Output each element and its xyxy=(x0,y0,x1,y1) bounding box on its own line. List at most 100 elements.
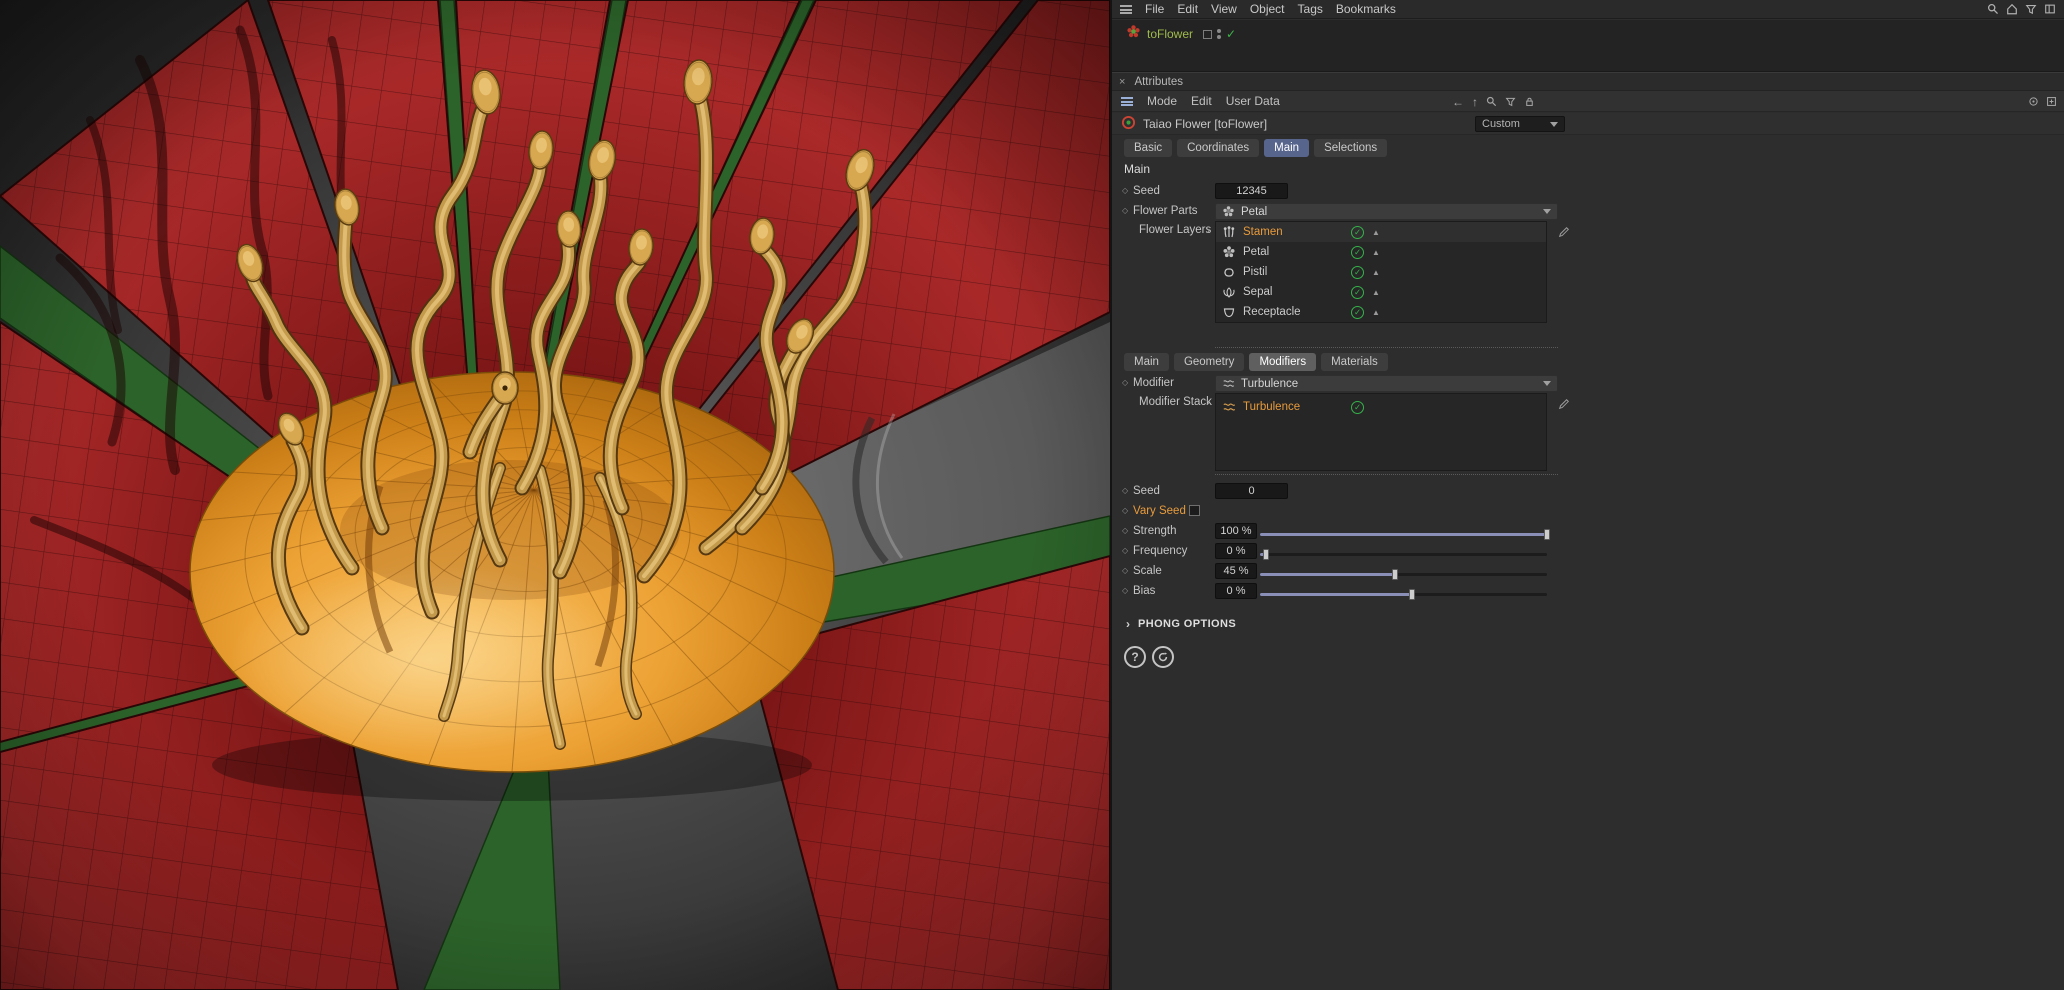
frequency-slider[interactable] xyxy=(1260,549,1547,560)
expand-chevron-icon[interactable]: › xyxy=(1206,395,1210,409)
viewport-3d[interactable] xyxy=(0,0,1110,990)
enable-check-icon[interactable] xyxy=(1351,306,1364,319)
tab-modifiers[interactable]: Modifiers xyxy=(1249,353,1316,371)
back-arrow-icon[interactable]: ← xyxy=(1452,96,1464,108)
home-icon[interactable] xyxy=(2006,3,2018,15)
up-arrow-icon[interactable]: ↑ xyxy=(1472,96,1478,108)
slider-handle[interactable] xyxy=(1409,589,1415,600)
tab-materials[interactable]: Materials xyxy=(1321,353,1388,371)
slider-handle[interactable] xyxy=(1544,529,1550,540)
scale-slider[interactable] xyxy=(1260,569,1547,580)
tab-main[interactable]: Main xyxy=(1264,139,1309,157)
flower-object-icon xyxy=(1126,24,1141,44)
frequency-input[interactable]: 0 % xyxy=(1215,543,1257,559)
phong-restore-button[interactable] xyxy=(1152,646,1174,668)
tab-basic[interactable]: Basic xyxy=(1124,139,1172,157)
modifier-dropdown[interactable]: Turbulence xyxy=(1215,375,1558,392)
layer-name: Stamen xyxy=(1243,226,1351,238)
expand-chevron-icon[interactable]: › xyxy=(1206,223,1210,237)
filter-icon[interactable] xyxy=(2025,3,2037,15)
receptacle-icon xyxy=(1221,305,1237,319)
scale-input[interactable]: 45 % xyxy=(1215,563,1257,579)
filter-icon[interactable] xyxy=(1505,96,1516,107)
scale-row: Scale 45 % xyxy=(1112,563,1575,580)
sepal-icon xyxy=(1221,285,1237,299)
bias-row: Bias 0 % xyxy=(1112,583,1575,600)
menu-edit-attr[interactable]: Edit xyxy=(1191,94,1212,108)
list-item-petal[interactable]: Petal xyxy=(1216,242,1546,262)
enable-check-icon[interactable] xyxy=(1351,246,1364,259)
search-icon[interactable] xyxy=(1987,3,1999,15)
menu-icon[interactable] xyxy=(1120,5,1132,14)
enable-check-icon[interactable] xyxy=(1351,401,1364,414)
pistil-icon xyxy=(1221,265,1237,279)
tab-main-sub[interactable]: Main xyxy=(1124,353,1169,371)
menu-user-data[interactable]: User Data xyxy=(1226,94,1280,108)
list-item-turbulence[interactable]: Turbulence xyxy=(1216,397,1546,417)
strength-input[interactable]: 100 % xyxy=(1215,523,1257,539)
lock-icon[interactable] xyxy=(1524,96,1535,107)
list-item-stamen[interactable]: Stamen xyxy=(1216,222,1546,242)
target-icon[interactable] xyxy=(2028,96,2039,107)
param-diamond-icon xyxy=(1122,526,1128,535)
flower-parts-dropdown[interactable]: Petal xyxy=(1215,203,1558,220)
menu-bookmarks[interactable]: Bookmarks xyxy=(1336,2,1396,16)
solo-triangle-icon[interactable] xyxy=(1372,248,1380,257)
tab-coordinates[interactable]: Coordinates xyxy=(1177,139,1259,157)
solo-triangle-icon[interactable] xyxy=(1372,288,1380,297)
phong-buttons: ? xyxy=(1124,646,1174,668)
strength-slider[interactable] xyxy=(1260,529,1547,540)
tab-selections[interactable]: Selections xyxy=(1314,139,1387,157)
panel-menu-icon[interactable] xyxy=(1121,97,1133,106)
list-item-pistil[interactable]: Pistil xyxy=(1216,262,1546,282)
close-icon[interactable]: × xyxy=(1119,76,1125,88)
new-panel-icon[interactable] xyxy=(2046,96,2057,107)
preset-dropdown[interactable]: Custom xyxy=(1475,116,1565,132)
list-item-sepal[interactable]: Sepal xyxy=(1216,282,1546,302)
tab-geometry[interactable]: Geometry xyxy=(1174,353,1245,371)
enable-check-icon[interactable] xyxy=(1351,266,1364,279)
modifier-seed-row: Seed 0 xyxy=(1112,483,1575,500)
turbulence-icon xyxy=(1222,377,1235,390)
object-row-toflower[interactable]: toFlower xyxy=(1126,25,1236,43)
menu-view[interactable]: View xyxy=(1211,2,1237,16)
param-diamond-icon xyxy=(1122,506,1128,515)
menu-file[interactable]: File xyxy=(1145,2,1164,16)
menu-object[interactable]: Object xyxy=(1250,2,1285,16)
solo-triangle-icon[interactable] xyxy=(1372,308,1380,317)
enabled-check-icon[interactable] xyxy=(1226,25,1236,43)
visibility-dots-icon[interactable] xyxy=(1217,29,1221,39)
phong-options-section[interactable]: › PHONG OPTIONS xyxy=(1126,617,1236,631)
solo-triangle-icon[interactable] xyxy=(1372,268,1380,277)
param-diamond-icon xyxy=(1122,546,1128,555)
modifier-seed-input[interactable]: 0 xyxy=(1215,483,1288,499)
vary-seed-checkbox[interactable] xyxy=(1189,505,1200,516)
layout-icon[interactable] xyxy=(2044,3,2056,15)
param-diamond-icon xyxy=(1122,186,1128,195)
frequency-label: Frequency xyxy=(1133,545,1187,557)
menu-tags[interactable]: Tags xyxy=(1298,2,1323,16)
bias-slider[interactable] xyxy=(1260,589,1547,600)
menu-mode[interactable]: Mode xyxy=(1147,94,1177,108)
rotate-arrow-icon xyxy=(1157,651,1169,663)
edit-pencil-icon[interactable] xyxy=(1558,225,1570,243)
slider-handle[interactable] xyxy=(1392,569,1398,580)
menu-edit[interactable]: Edit xyxy=(1177,2,1198,16)
layer-badge-icon[interactable] xyxy=(1203,30,1212,39)
slider-handle[interactable] xyxy=(1263,549,1269,560)
solo-triangle-icon[interactable] xyxy=(1372,228,1380,237)
phong-break-button[interactable]: ? xyxy=(1124,646,1146,668)
list-item-receptacle[interactable]: Receptacle xyxy=(1216,302,1546,322)
enable-check-icon[interactable] xyxy=(1351,286,1364,299)
search-icon[interactable] xyxy=(1486,96,1497,107)
bias-input[interactable]: 0 % xyxy=(1215,583,1257,599)
scale-label: Scale xyxy=(1133,565,1162,577)
param-diamond-icon xyxy=(1122,486,1128,495)
modifier-name: Turbulence xyxy=(1243,401,1351,413)
modifier-stack-label: Modifier Stack xyxy=(1139,396,1212,408)
enable-check-icon[interactable] xyxy=(1351,226,1364,239)
edit-pencil-icon[interactable] xyxy=(1558,397,1570,415)
panel-title: Attributes xyxy=(1134,76,1183,88)
flower-parts-value: Petal xyxy=(1241,206,1267,218)
seed-input[interactable]: 12345 xyxy=(1215,183,1288,199)
